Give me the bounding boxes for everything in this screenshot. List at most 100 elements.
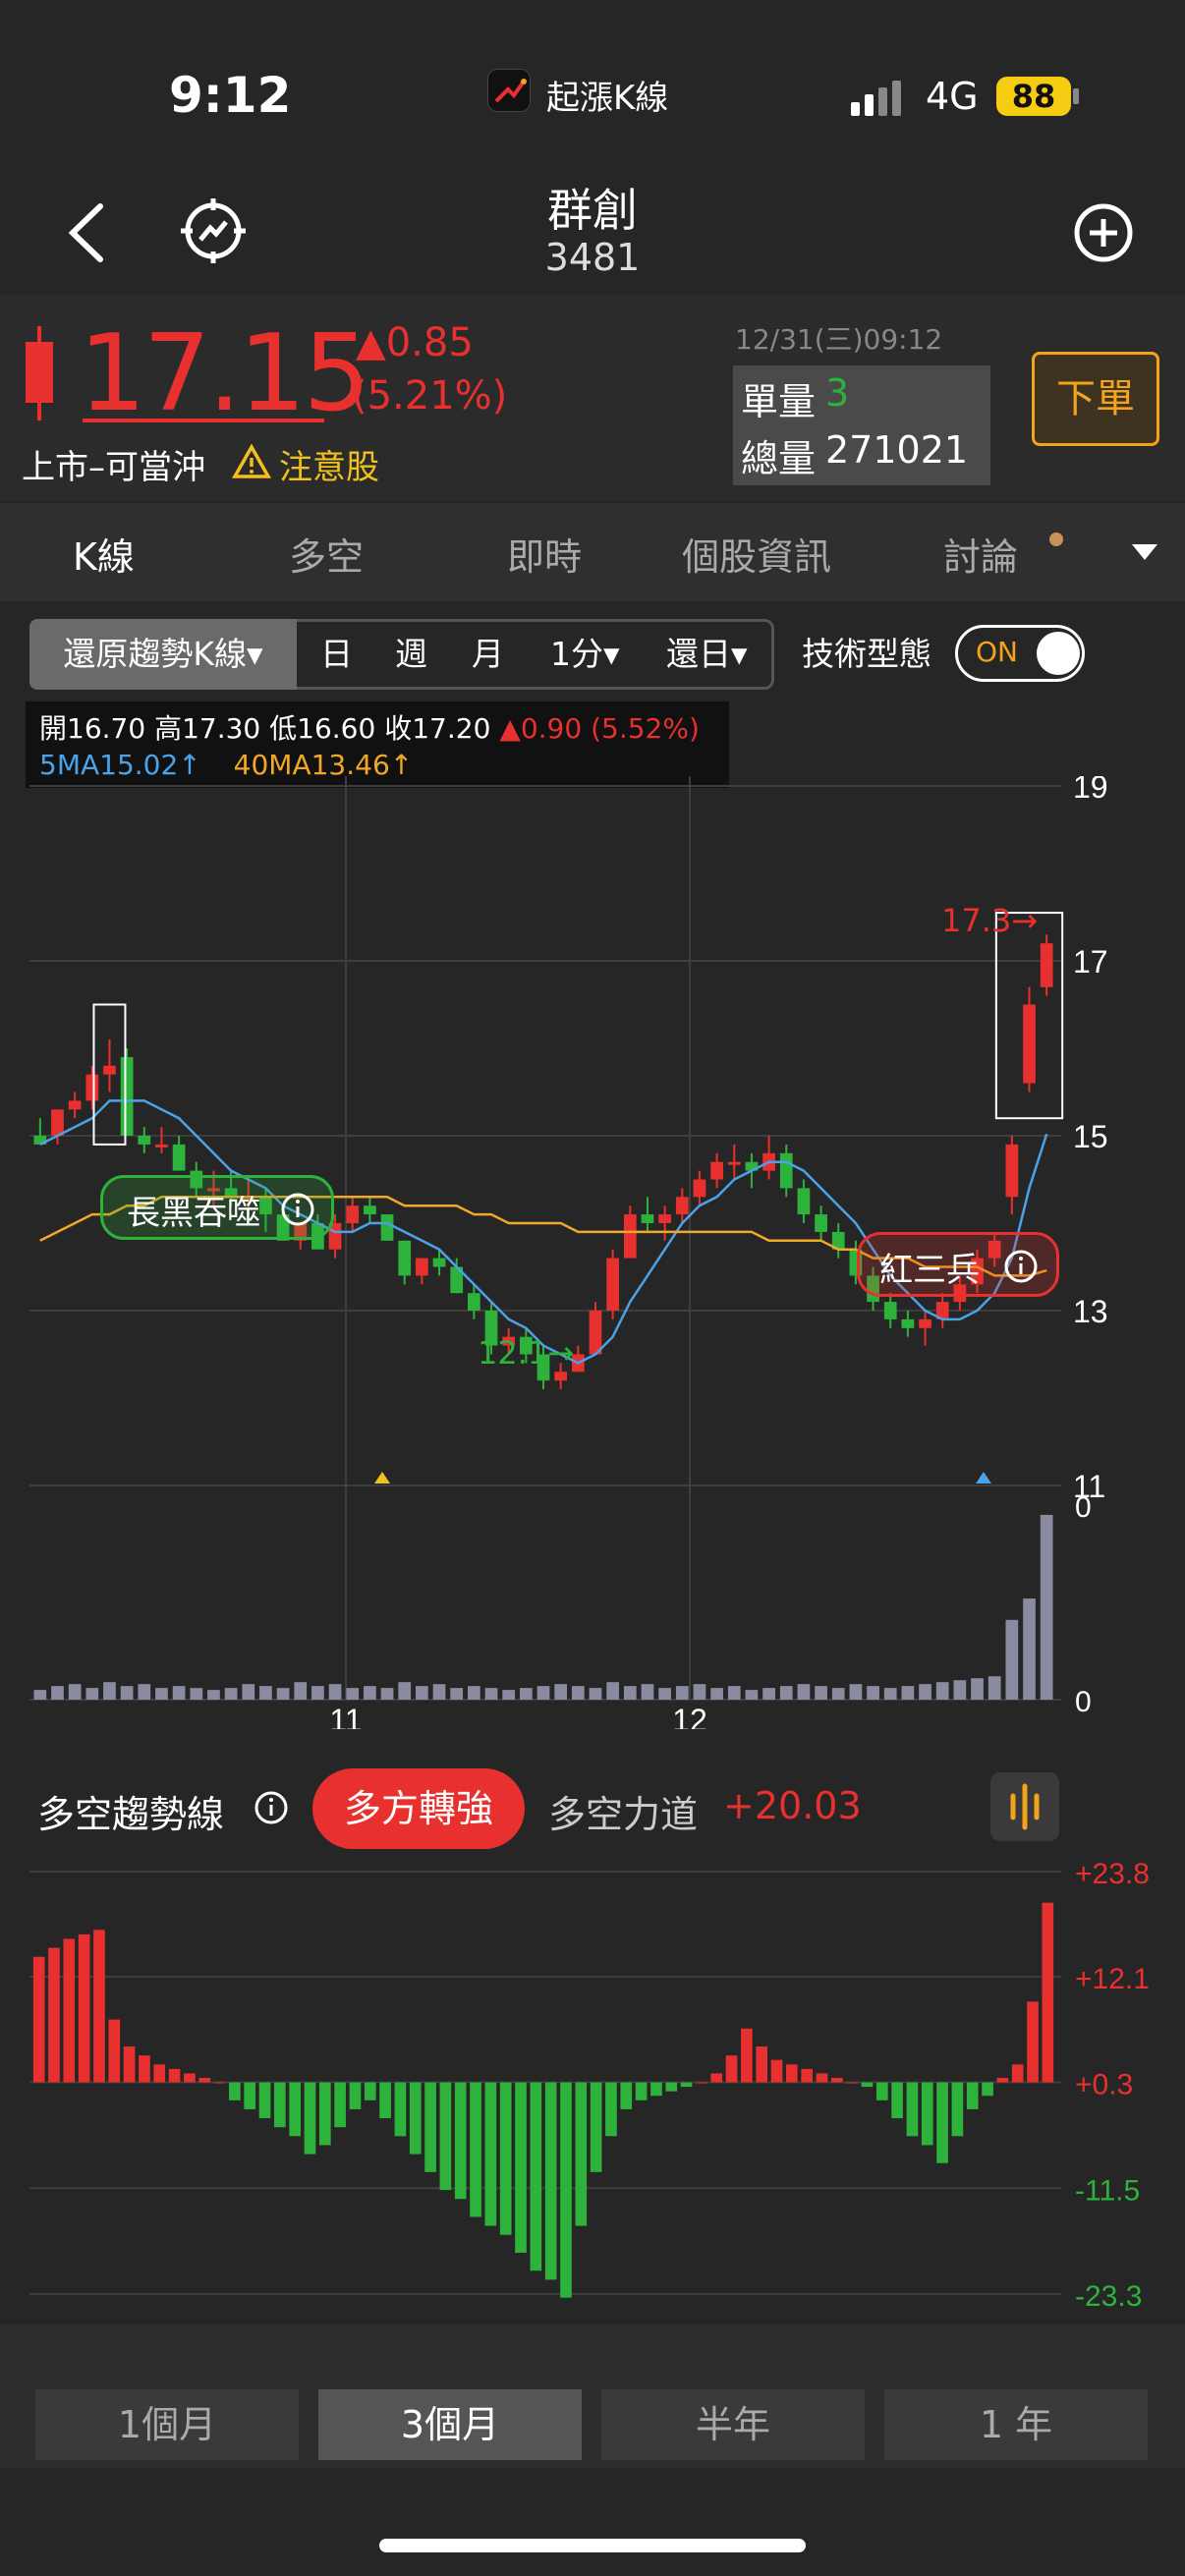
period-6m-button[interactable]: 半年 [601, 2389, 865, 2460]
candle-body [779, 1152, 793, 1189]
volume-bar [935, 1682, 949, 1700]
tab-realtime[interactable]: 即時 [507, 527, 582, 581]
volume-bar [467, 1686, 480, 1700]
volume-bar [190, 1688, 203, 1700]
period-1m-button[interactable]: 1個月 [35, 2389, 299, 2460]
signal-triangle-icon [976, 1472, 991, 1484]
pattern-toggle[interactable]: ON [955, 625, 1085, 682]
trend-bar [560, 2082, 572, 2298]
candle-body [120, 1056, 134, 1136]
tab-more-icon[interactable] [1130, 542, 1159, 566]
candle-body [589, 1311, 602, 1355]
candle-body [1040, 943, 1053, 987]
volume-bar [675, 1686, 689, 1700]
volume-axis-label: 0 [1075, 1491, 1092, 1524]
volume-bar [294, 1682, 308, 1700]
period-1y-button[interactable]: 1 年 [884, 2389, 1148, 2460]
candle-body [554, 1372, 568, 1381]
app-logo-icon [487, 69, 531, 112]
candle-body [398, 1240, 412, 1276]
info-icon [280, 1192, 315, 1231]
trend-bar [696, 2082, 707, 2084]
tab-bull-bear[interactable]: 多空 [289, 527, 364, 581]
trend-bar [1011, 2064, 1024, 2083]
tab-discussion[interactable]: 討論 [943, 527, 1018, 581]
trend-bar [530, 2082, 542, 2271]
attention-stock-label: 注意股 [279, 448, 379, 487]
trend-bar [63, 1938, 76, 2083]
app-name: 起漲K線 [546, 79, 669, 118]
price-change: ▲0.85 [356, 320, 474, 365]
candle-body [68, 1100, 82, 1110]
trend-bar [966, 2082, 979, 2109]
trend-bar [801, 2068, 813, 2083]
chart-type-select[interactable]: 還原趨勢K線▾ [29, 619, 297, 690]
ohlc-low: 低16.60 [269, 712, 376, 745]
trend-bar [318, 2082, 331, 2146]
trend-title: 多空趨勢線 [37, 1793, 225, 1836]
volume-bar [623, 1686, 637, 1700]
stock-name: 群創 [547, 184, 638, 237]
candle-body [901, 1318, 915, 1328]
market-board: 上市–可當沖 [22, 448, 205, 487]
trend-bar [424, 2082, 436, 2172]
period-minute[interactable]: 1分▾ [550, 619, 620, 690]
status-time: 9:12 [169, 67, 292, 124]
volume-bar [276, 1688, 290, 1700]
candle-body [85, 1074, 99, 1101]
volume-bar [762, 1688, 775, 1700]
period-month[interactable]: 月 [472, 619, 504, 690]
tab-stock-info[interactable]: 個股資訊 [682, 527, 831, 581]
ohlc-change: ▲0.90 (5.52%) [499, 712, 700, 745]
volume-bar [380, 1688, 394, 1700]
trend-y-tick-label: +12.1 [1075, 1963, 1150, 1995]
tab-kline[interactable]: K線 [73, 527, 135, 581]
volume-bar [779, 1686, 793, 1700]
x-tick-label: 11 [329, 1703, 362, 1729]
pattern-three-soldiers[interactable]: 紅三兵 [857, 1232, 1059, 1297]
trend-bar [921, 2082, 933, 2146]
trend-bar [1042, 1902, 1054, 2083]
trend-bar [499, 2082, 512, 2235]
trend-header: 多空趨勢線 多空力道 +20.03 [0, 1759, 1185, 1857]
trend-bar [816, 2073, 828, 2083]
candle-body [641, 1214, 654, 1223]
pattern-bearish-engulfing-label: 長黑吞噬 [127, 1194, 260, 1233]
pattern-label: 技術型態 [802, 635, 931, 673]
volume-bar [51, 1686, 64, 1700]
volume-bar [849, 1684, 863, 1700]
order-button[interactable]: 下單 [1032, 352, 1159, 446]
total-volume: 271021 [825, 428, 969, 472]
period-week[interactable]: 週 [395, 619, 427, 690]
period-day[interactable]: 日 [320, 619, 353, 690]
new-dot-badge [1049, 532, 1063, 546]
trend-bar [48, 1947, 60, 2083]
volume-bar [328, 1684, 342, 1700]
trend-bar [78, 1933, 90, 2083]
pattern-bearish-engulfing[interactable]: 長黑吞噬 [100, 1175, 334, 1240]
trend-bar [665, 2082, 678, 2092]
trend-bar [139, 2055, 150, 2083]
volume-bar [68, 1684, 82, 1700]
status-bar: 9:12 起漲K線 4G 88 [0, 0, 1185, 167]
indicator-settings-button[interactable] [990, 1772, 1059, 1841]
x-tick-label: 12 [672, 1703, 707, 1729]
trend-bar [590, 2082, 602, 2172]
trend-bar [575, 2082, 588, 2226]
trend-bar [875, 2082, 888, 2100]
trend-bar [213, 2082, 226, 2084]
trend-y-tick-label: +0.3 [1075, 2069, 1133, 2101]
candle-body [1005, 1144, 1019, 1198]
period-3m-button[interactable]: 3個月 [318, 2389, 582, 2460]
trend-bar [244, 2082, 256, 2109]
y-tick-label: 15 [1073, 1119, 1108, 1154]
volume-bar [120, 1686, 134, 1700]
warning-icon [231, 443, 272, 483]
trend-bar [725, 2055, 738, 2083]
trend-bar [394, 2082, 407, 2137]
period-restore-day[interactable]: 還日▾ [666, 619, 748, 690]
last-price: 17.15 [79, 312, 370, 435]
trend-bar [439, 2082, 452, 2191]
trend-bar [906, 2082, 919, 2137]
info-icon[interactable] [254, 1790, 289, 1829]
